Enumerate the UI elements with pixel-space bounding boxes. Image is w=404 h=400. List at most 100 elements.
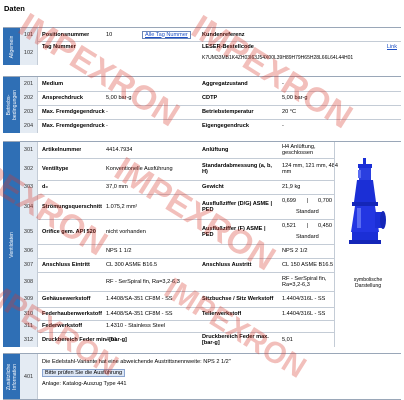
row-number: 401 (20, 354, 38, 399)
row-value-right: - (282, 81, 284, 87)
row-305: 305 Orifice gem. API 520 nicht vorhanden… (20, 219, 335, 245)
order-code: K7UM33MB1K4ZH03I63J54X00L39H89H79H65H28L… (202, 54, 354, 61)
row-value: 4414.7934 (106, 147, 133, 153)
position-value: 10 (106, 31, 113, 38)
row-number: 202 (20, 91, 38, 105)
row-value: 1.4408/SA-351 CF8M - SS (106, 310, 173, 317)
row-label: Positionsnummer (42, 31, 90, 38)
row-number: 102 (20, 41, 38, 65)
row-number: 311 (20, 320, 38, 332)
coefficient-separator: | (307, 223, 309, 229)
row-value-right-2: geschlossen (282, 150, 314, 156)
row-label-right: CDTP (202, 95, 218, 101)
section-label-allgemein: Allgemein (3, 28, 20, 65)
row-312: 312 Druckbereich Feder min. [bar-g] 4,01… (20, 332, 335, 347)
row-number: 302 (20, 158, 38, 180)
section-allgemein: Allgemein 101 Positionsnummer 10 Alle Ta… (3, 27, 401, 65)
row-value: CL 300 ASME B16.5 (106, 262, 158, 268)
row-label: Max. Fremdgegendruck (42, 109, 105, 115)
section-zusatz: Zusätzliche Information 401 Die Edelstah… (3, 353, 401, 400)
row-value-right: 20 °C (282, 109, 297, 115)
row-value: 1.4310 - Stainless Steel (106, 323, 166, 329)
row-number: 310 (20, 307, 38, 320)
note-line-3: Anlage: Katalog-Auszug Type 441 (42, 381, 127, 387)
row-102: 102 Tag Nummer LESER-Bestellcode Link K7… (20, 41, 401, 65)
row-label-right: Anschluss Austritt (202, 262, 252, 268)
section-label-ventildaten: Ventildaten (3, 142, 20, 347)
row-307: 307 Anschluss Eintritt CL 300 ASME B16.5… (20, 258, 335, 273)
row-label-right: Standardabmessung (a, b, H) (202, 163, 272, 175)
note-line-2-highlighted[interactable]: Bitte prüfen Sie die Ausführung (42, 369, 126, 377)
row-value: NPS 1 1/2 (106, 248, 132, 254)
row-value: 4,01 (106, 336, 117, 343)
row-value-right: CL 150 ASME B16.5 (282, 262, 334, 268)
row-number: 203 (20, 105, 38, 119)
row-label: Orifice gem. API 520 (42, 228, 96, 235)
row-label: Strömungsquerschnitt (42, 203, 102, 210)
alle-tag-nummer-link[interactable]: Alle Tag Nummer (142, 30, 191, 39)
row-value-right: 1.4404/316L - SS (282, 296, 326, 302)
row-value: 1.075,2 mm² (106, 203, 138, 210)
row-label: Ventiltype (42, 166, 69, 172)
row-201: 201 Medium Aggregatzustand - (20, 77, 401, 92)
coefficient-asme: 0,699 (282, 198, 296, 204)
row-value: 5,00 bar-g (106, 95, 132, 101)
row-301: 301 Artikelnummer 4414.7934 Anlüftung H4… (20, 142, 335, 159)
row-304: 304 Strömungsquerschnitt 1.075,2 mm² Aus… (20, 194, 335, 220)
valve-image-panel: symbolische Darstellung (334, 142, 401, 347)
coefficient-ped: 0,450 (318, 223, 332, 229)
row-value-right: 21,9 kg (282, 184, 301, 190)
row-value-right-2: Ra=3,2-6,3 (282, 281, 310, 288)
bestellcode-link[interactable]: Link (387, 44, 397, 50)
section-ventildaten: Ventildaten 301 Artikelnummer 4414.7934 … (3, 141, 401, 347)
row-label: Ansprechdruck (42, 95, 84, 101)
row-number: 303 (20, 180, 38, 194)
row-label-right: Aggregatzustand (202, 81, 248, 87)
row-310: 310 Federhaubenwerkstoff 1.4408/SA-351 C… (20, 307, 335, 321)
section-label-zusatz: Zusätzliche Information (3, 354, 20, 399)
row-306: 306 NPS 1 1/2 NPS 2 1/2 (20, 244, 335, 259)
row-label-right: Ausflußziffer (D/G) ASME | PED (202, 200, 273, 213)
coefficient-ped: 0,700 (318, 198, 332, 204)
row-value-right: 1.4404/316L - SS (282, 310, 326, 317)
row-value: 1.4408/SA-351 CF8M - SS (106, 296, 173, 302)
row-label-right: Druckbereich Feder max. [bar-g] (202, 333, 269, 346)
row-label: Tag Nummer (42, 43, 76, 50)
row-number: 312 (20, 332, 38, 347)
row-label: Federhaubenwerkstoff (42, 310, 102, 317)
row-number: 304 (20, 194, 38, 219)
row-label-right: Betriebstemperatur (202, 109, 254, 115)
row-label-right: Ausflußziffer (F) ASME | PED (202, 225, 266, 238)
row-label: Gehäusewerkstoff (42, 296, 91, 302)
note-line-1: Die Edelstahl-Variante hat eine abweiche… (42, 359, 231, 365)
section-betrieb: Betriebs- bedingungen 201 Medium Aggrega… (3, 76, 401, 133)
row-number: 306 (20, 244, 38, 258)
row-value: RF - SerSpiral fin, Ra=3,2-6,3 (106, 278, 180, 285)
row-label: Anschluss Eintritt (42, 262, 90, 268)
row-202: 202 Ansprechdruck 5,00 bar-g CDTP 5,00 b… (20, 91, 401, 106)
row-number: 204 (20, 119, 38, 133)
row-value: - (106, 123, 108, 129)
row-value: 37,0 mm (106, 184, 128, 190)
standard-label: Standard (296, 209, 319, 215)
row-value: Konventionelle Ausführung (106, 166, 173, 172)
row-value: nicht vorhanden (106, 228, 146, 235)
row-309: 309 Gehäusewerkstoff 1.4408/SA-351 CF8M … (20, 291, 335, 308)
row-label-right: Gewicht (202, 184, 224, 190)
row-value: - (106, 109, 108, 115)
row-302: 302 Ventiltype Konventionelle Ausführung… (20, 158, 338, 181)
row-number: 307 (20, 258, 38, 272)
row-label-right: Anlüftung (202, 147, 229, 153)
row-label: Federwerkstoff (42, 323, 83, 329)
row-label: d₀ (42, 184, 48, 190)
row-label-right: Sitzbuchse / Sitz Werkstoff (202, 296, 274, 302)
row-value-right: - (282, 123, 284, 129)
safety-valve-illustration (349, 158, 386, 244)
image-caption: symbolische Darstellung (353, 277, 383, 289)
row-number: 309 (20, 291, 38, 307)
row-101: 101 Positionsnummer 10 Alle Tag Nummer K… (20, 28, 401, 42)
row-308: 308 RF - SerSpiral fin, Ra=3,2-6,3 RF - … (20, 272, 335, 292)
row-value-right: NPS 2 1/2 (282, 248, 308, 254)
row-label-right: Kundenreferenz (202, 31, 245, 38)
row-label-right: Eigengegendruck (202, 123, 249, 129)
